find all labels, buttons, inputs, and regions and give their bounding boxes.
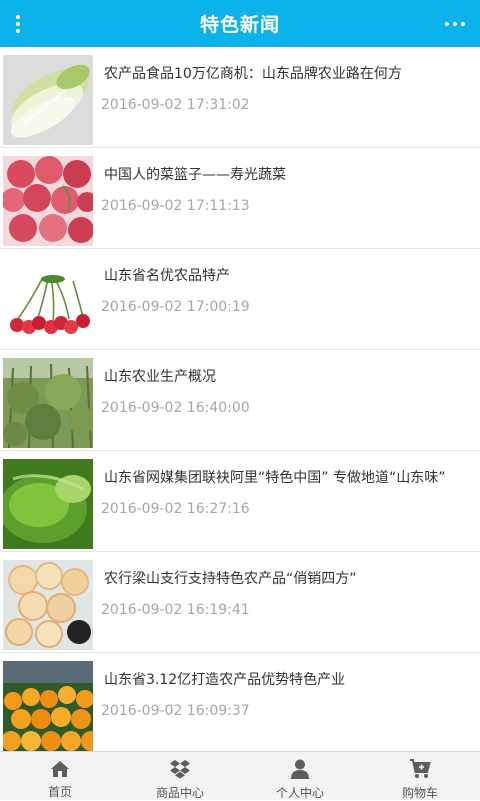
news-list: 农产品食品10万亿商机：山东品牌农业路在何方 2016-09-02 17:31:…	[0, 47, 480, 751]
news-time: 2016-09-02 16:19:41	[101, 602, 250, 618]
dropbox-icon	[169, 759, 191, 779]
home-icon	[49, 759, 71, 778]
tab-label: 商品中心	[155, 786, 204, 800]
news-time: 2016-09-02 16:27:16	[101, 501, 250, 517]
news-title: 山东农业生产概况	[104, 369, 216, 385]
horizontal-dots-icon	[445, 21, 465, 26]
news-item[interactable]: 农产品食品10万亿商机：山东品牌农业路在何方 2016-09-02 17:31:…	[0, 47, 480, 148]
news-title: 山东省网媒集团联袂阿里“特色中国” 专做地道“山东味”	[104, 470, 446, 486]
news-title: 农产品食品10万亿商机：山东品牌农业路在何方	[104, 66, 402, 82]
oranges-image	[3, 661, 93, 751]
vertical-dots-icon	[16, 14, 20, 33]
app-header: 特色新闻	[0, 0, 480, 47]
news-item[interactable]: 山东省名优农品特产 2016-09-02 17:00:19	[0, 249, 480, 350]
tab-label: 购物车	[401, 786, 438, 800]
lychee-image	[3, 156, 93, 246]
sliced-fruit-image	[3, 560, 93, 650]
green-fruit-image	[3, 459, 93, 549]
tab-products[interactable]: 商品中心	[120, 752, 240, 800]
news-item[interactable]: 山东省3.12亿打造农产品优势特色产业 2016-09-02 16:09:37	[0, 653, 480, 751]
tab-cart[interactable]: 购物车	[360, 752, 480, 800]
news-title: 山东省3.12亿打造农产品优势特色产业	[104, 672, 346, 688]
news-item[interactable]: 山东省网媒集团联袂阿里“特色中国” 专做地道“山东味” 2016-09-02 1…	[0, 451, 480, 552]
news-item[interactable]: 农行梁山支行支持特色农产品“俏销四方” 2016-09-02 16:19:41	[0, 552, 480, 653]
more-button[interactable]	[430, 0, 480, 47]
cart-icon	[409, 759, 431, 779]
cherries-image	[3, 257, 93, 347]
user-icon	[289, 759, 311, 779]
tab-home[interactable]: 首页	[0, 752, 120, 800]
news-title: 中国人的菜篮子——寿光蔬菜	[104, 167, 286, 183]
news-item[interactable]: 山东农业生产概况 2016-09-02 16:40:00	[0, 350, 480, 451]
page-title: 特色新闻	[199, 14, 280, 36]
news-title: 农行梁山支行支持特色农产品“俏销四方”	[104, 571, 357, 587]
news-time: 2016-09-02 17:00:19	[101, 299, 250, 315]
bottom-tab-bar: 首页 商品中心 个人中心 购物车	[0, 751, 480, 800]
tab-profile[interactable]: 个人中心	[240, 752, 360, 800]
news-item[interactable]: 中国人的菜篮子——寿光蔬菜 2016-09-02 17:11:13	[0, 148, 480, 249]
tab-label: 个人中心	[275, 786, 324, 800]
orchard-image	[3, 358, 93, 448]
cabbage-image	[3, 55, 93, 145]
news-time: 2016-09-02 17:11:13	[101, 198, 250, 214]
news-time: 2016-09-02 16:09:37	[101, 703, 250, 719]
news-time: 2016-09-02 16:40:00	[101, 400, 250, 416]
news-title: 山东省名优农品特产	[104, 268, 230, 284]
menu-button[interactable]	[0, 0, 36, 47]
tab-label: 首页	[47, 785, 72, 799]
news-time: 2016-09-02 17:31:02	[101, 97, 250, 113]
